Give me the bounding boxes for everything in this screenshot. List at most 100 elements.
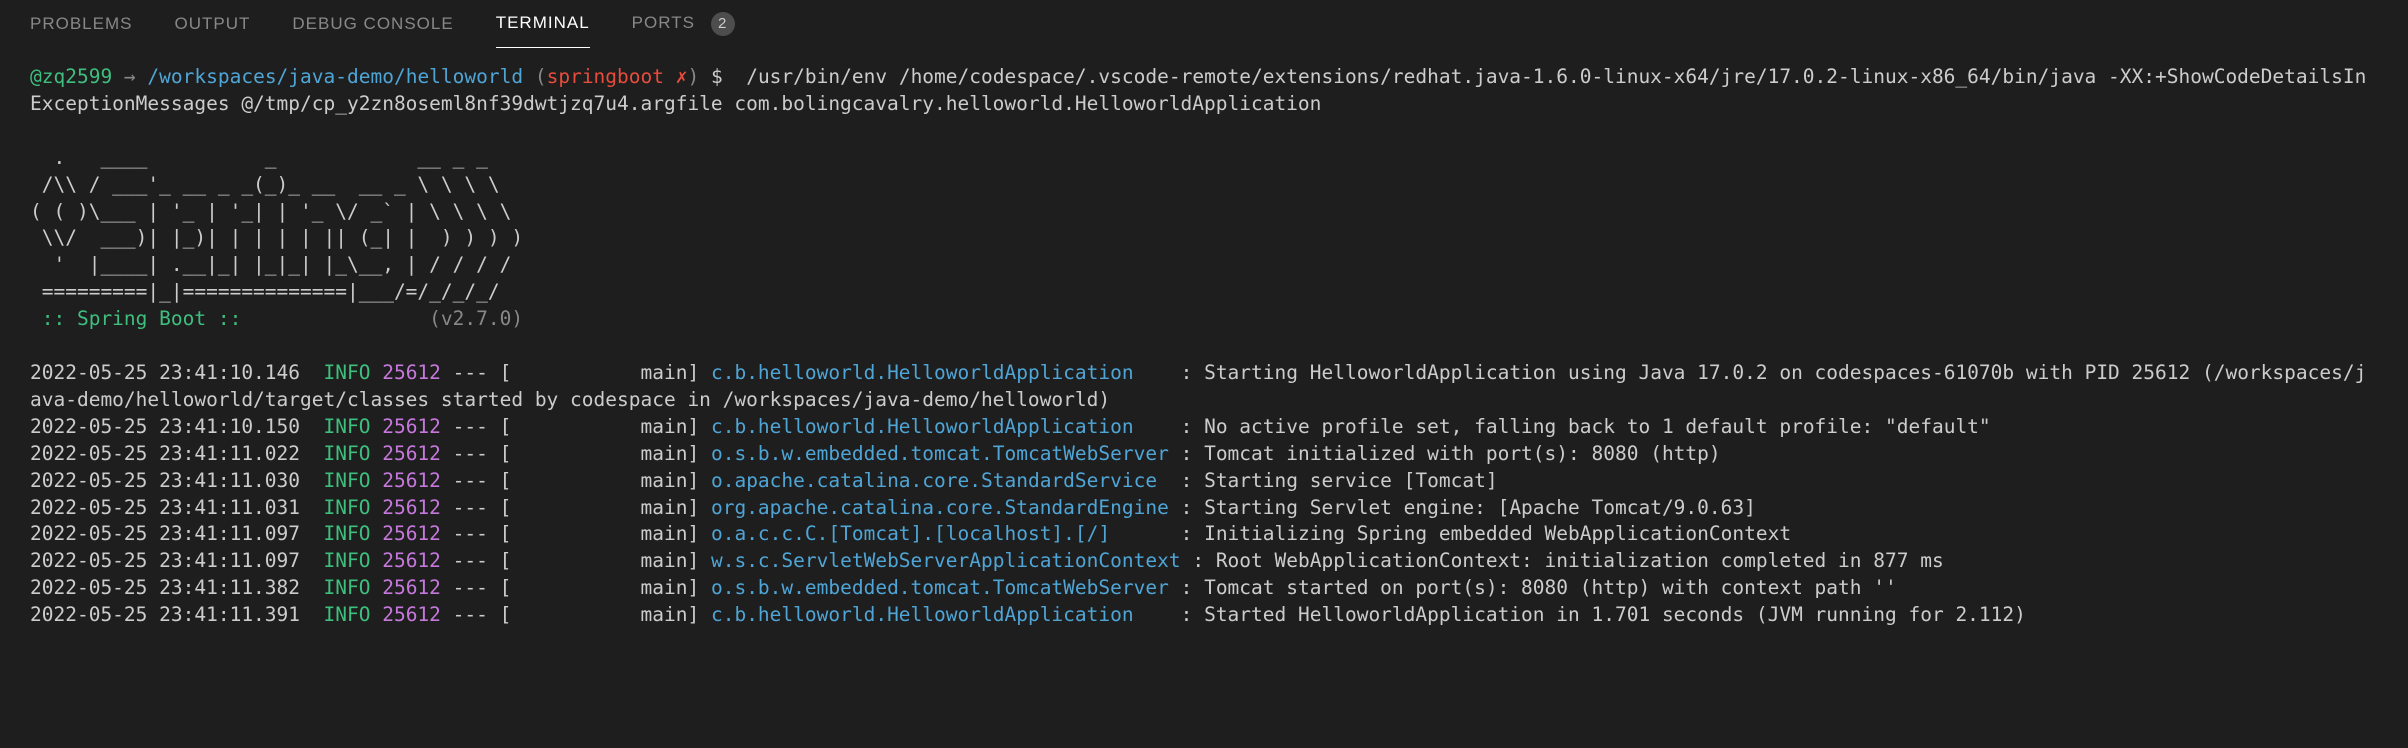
log-colon: : xyxy=(1169,415,1204,438)
log-message: Tomcat initialized with port(s): 8080 (h… xyxy=(1204,442,1721,465)
log-sep: --- [ xyxy=(441,603,641,626)
log-pid: 25612 xyxy=(370,361,440,384)
log-pid: 25612 xyxy=(370,576,440,599)
log-thread: main xyxy=(641,549,688,572)
log-sep: --- [ xyxy=(441,469,641,492)
log-sep-close: ] xyxy=(687,361,710,384)
log-line: 2022-05-25 23:41:10.150 INFO 25612 --- [… xyxy=(30,414,2378,441)
prompt-branch: springboot xyxy=(547,65,664,88)
log-line: 2022-05-25 23:41:11.097 INFO 25612 --- [… xyxy=(30,521,2378,548)
spring-boot-version-line: :: Spring Boot :: (v2.7.0) xyxy=(30,306,2378,333)
log-pid: 25612 xyxy=(370,469,440,492)
prompt-path: /workspaces/java-demo/helloworld xyxy=(147,65,523,88)
log-timestamp: 2022-05-25 23:41:11.022 xyxy=(30,442,324,465)
terminal-prompt-line: @zq2599 → /workspaces/java-demo/hellowor… xyxy=(30,64,2378,118)
log-sep-close: ] xyxy=(687,496,710,519)
spring-ascii-banner: . ____ _ __ _ _ /\\ / ___'_ __ _ _(_)_ _… xyxy=(30,145,2378,306)
panel-tabs: PROBLEMS OUTPUT DEBUG CONSOLE TERMINAL P… xyxy=(0,0,2408,48)
log-timestamp: 2022-05-25 23:41:11.097 xyxy=(30,549,324,572)
log-colon: : xyxy=(1169,469,1204,492)
log-logger: o.s.b.w.embedded.tomcat.TomcatWebServer xyxy=(711,576,1169,599)
log-colon: : xyxy=(1169,496,1204,519)
log-pid: 25612 xyxy=(370,549,440,572)
log-logger: w.s.c.ServletWebServerApplicationContext xyxy=(711,549,1181,572)
log-sep: --- [ xyxy=(441,576,641,599)
ports-count-badge: 2 xyxy=(711,12,735,36)
log-line: 2022-05-25 23:41:11.382 INFO 25612 --- [… xyxy=(30,575,2378,602)
log-line: 2022-05-25 23:41:11.030 INFO 25612 --- [… xyxy=(30,468,2378,495)
log-timestamp: 2022-05-25 23:41:11.382 xyxy=(30,576,324,599)
log-message: Starting service [Tomcat] xyxy=(1204,469,1498,492)
prompt-paren-close: ) xyxy=(687,65,710,88)
log-timestamp: 2022-05-25 23:41:11.031 xyxy=(30,496,324,519)
log-thread: main xyxy=(641,415,688,438)
prompt-user: @zq2599 xyxy=(30,65,112,88)
log-colon: : xyxy=(1169,576,1204,599)
log-sep-close: ] xyxy=(687,576,710,599)
log-sep-close: ] xyxy=(687,522,710,545)
log-colon: : xyxy=(1169,522,1204,545)
prompt-dollar: $ xyxy=(711,65,746,88)
tab-ports-label: PORTS xyxy=(632,13,695,32)
log-level: INFO xyxy=(324,576,371,599)
tab-terminal[interactable]: TERMINAL xyxy=(496,0,590,48)
log-pid: 25612 xyxy=(370,415,440,438)
tab-debug-console[interactable]: DEBUG CONSOLE xyxy=(292,0,453,47)
prompt-arrow: → xyxy=(112,65,147,88)
log-thread: main xyxy=(641,603,688,626)
log-colon: : xyxy=(1169,603,1204,626)
log-colon: : xyxy=(1181,549,1216,572)
tab-ports[interactable]: PORTS 2 xyxy=(632,0,735,48)
log-colon: : xyxy=(1169,361,1204,384)
log-level: INFO xyxy=(324,522,371,545)
log-thread: main xyxy=(641,496,688,519)
log-message: Starting Servlet engine: [Apache Tomcat/… xyxy=(1204,496,1756,519)
log-logger: o.s.b.w.embedded.tomcat.TomcatWebServer xyxy=(711,442,1169,465)
prompt-dirty-icon: ✗ xyxy=(664,65,687,88)
log-level: INFO xyxy=(324,496,371,519)
log-line: 2022-05-25 23:41:10.146 INFO 25612 --- [… xyxy=(30,360,2378,414)
tab-problems[interactable]: PROBLEMS xyxy=(30,0,132,47)
log-timestamp: 2022-05-25 23:41:10.150 xyxy=(30,415,324,438)
log-logger: c.b.helloworld.HelloworldApplication xyxy=(711,415,1169,438)
log-thread: main xyxy=(641,469,688,492)
log-logger: c.b.helloworld.HelloworldApplication xyxy=(711,361,1169,384)
log-sep: --- [ xyxy=(441,522,641,545)
log-message: Started HelloworldApplication in 1.701 s… xyxy=(1204,603,2026,626)
log-thread: main xyxy=(641,442,688,465)
log-sep-close: ] xyxy=(687,549,710,572)
log-sep: --- [ xyxy=(441,361,641,384)
log-line: 2022-05-25 23:41:11.022 INFO 25612 --- [… xyxy=(30,441,2378,468)
log-logger: o.a.c.c.C.[Tomcat].[localhost].[/] xyxy=(711,522,1169,545)
terminal-content[interactable]: @zq2599 → /workspaces/java-demo/hellowor… xyxy=(0,48,2408,629)
log-level: INFO xyxy=(324,603,371,626)
log-sep: --- [ xyxy=(441,496,641,519)
prompt-paren-open: ( xyxy=(523,65,546,88)
log-level: INFO xyxy=(324,549,371,572)
log-sep-close: ] xyxy=(687,442,710,465)
tab-output[interactable]: OUTPUT xyxy=(174,0,250,47)
log-timestamp: 2022-05-25 23:41:11.391 xyxy=(30,603,324,626)
log-sep: --- [ xyxy=(441,415,641,438)
log-thread: main xyxy=(641,361,688,384)
log-line: 2022-05-25 23:41:11.391 INFO 25612 --- [… xyxy=(30,602,2378,629)
log-level: INFO xyxy=(324,442,371,465)
spring-boot-label: :: Spring Boot :: xyxy=(30,307,253,330)
log-sep-close: ] xyxy=(687,603,710,626)
log-line: 2022-05-25 23:41:11.097 INFO 25612 --- [… xyxy=(30,548,2378,575)
log-thread: main xyxy=(641,522,688,545)
log-thread: main xyxy=(641,576,688,599)
log-pid: 25612 xyxy=(370,496,440,519)
log-timestamp: 2022-05-25 23:41:10.146 xyxy=(30,361,324,384)
log-pid: 25612 xyxy=(370,603,440,626)
log-message: Initializing Spring embedded WebApplicat… xyxy=(1204,522,1791,545)
log-level: INFO xyxy=(324,469,371,492)
log-timestamp: 2022-05-25 23:41:11.097 xyxy=(30,522,324,545)
spring-version: (v2.7.0) xyxy=(253,307,523,330)
log-sep-close: ] xyxy=(687,469,710,492)
log-sep-close: ] xyxy=(687,415,710,438)
log-logger: o.apache.catalina.core.StandardService xyxy=(711,469,1169,492)
log-logger: org.apache.catalina.core.StandardEngine xyxy=(711,496,1169,519)
log-sep: --- [ xyxy=(441,442,641,465)
log-message: No active profile set, falling back to 1… xyxy=(1204,415,1991,438)
